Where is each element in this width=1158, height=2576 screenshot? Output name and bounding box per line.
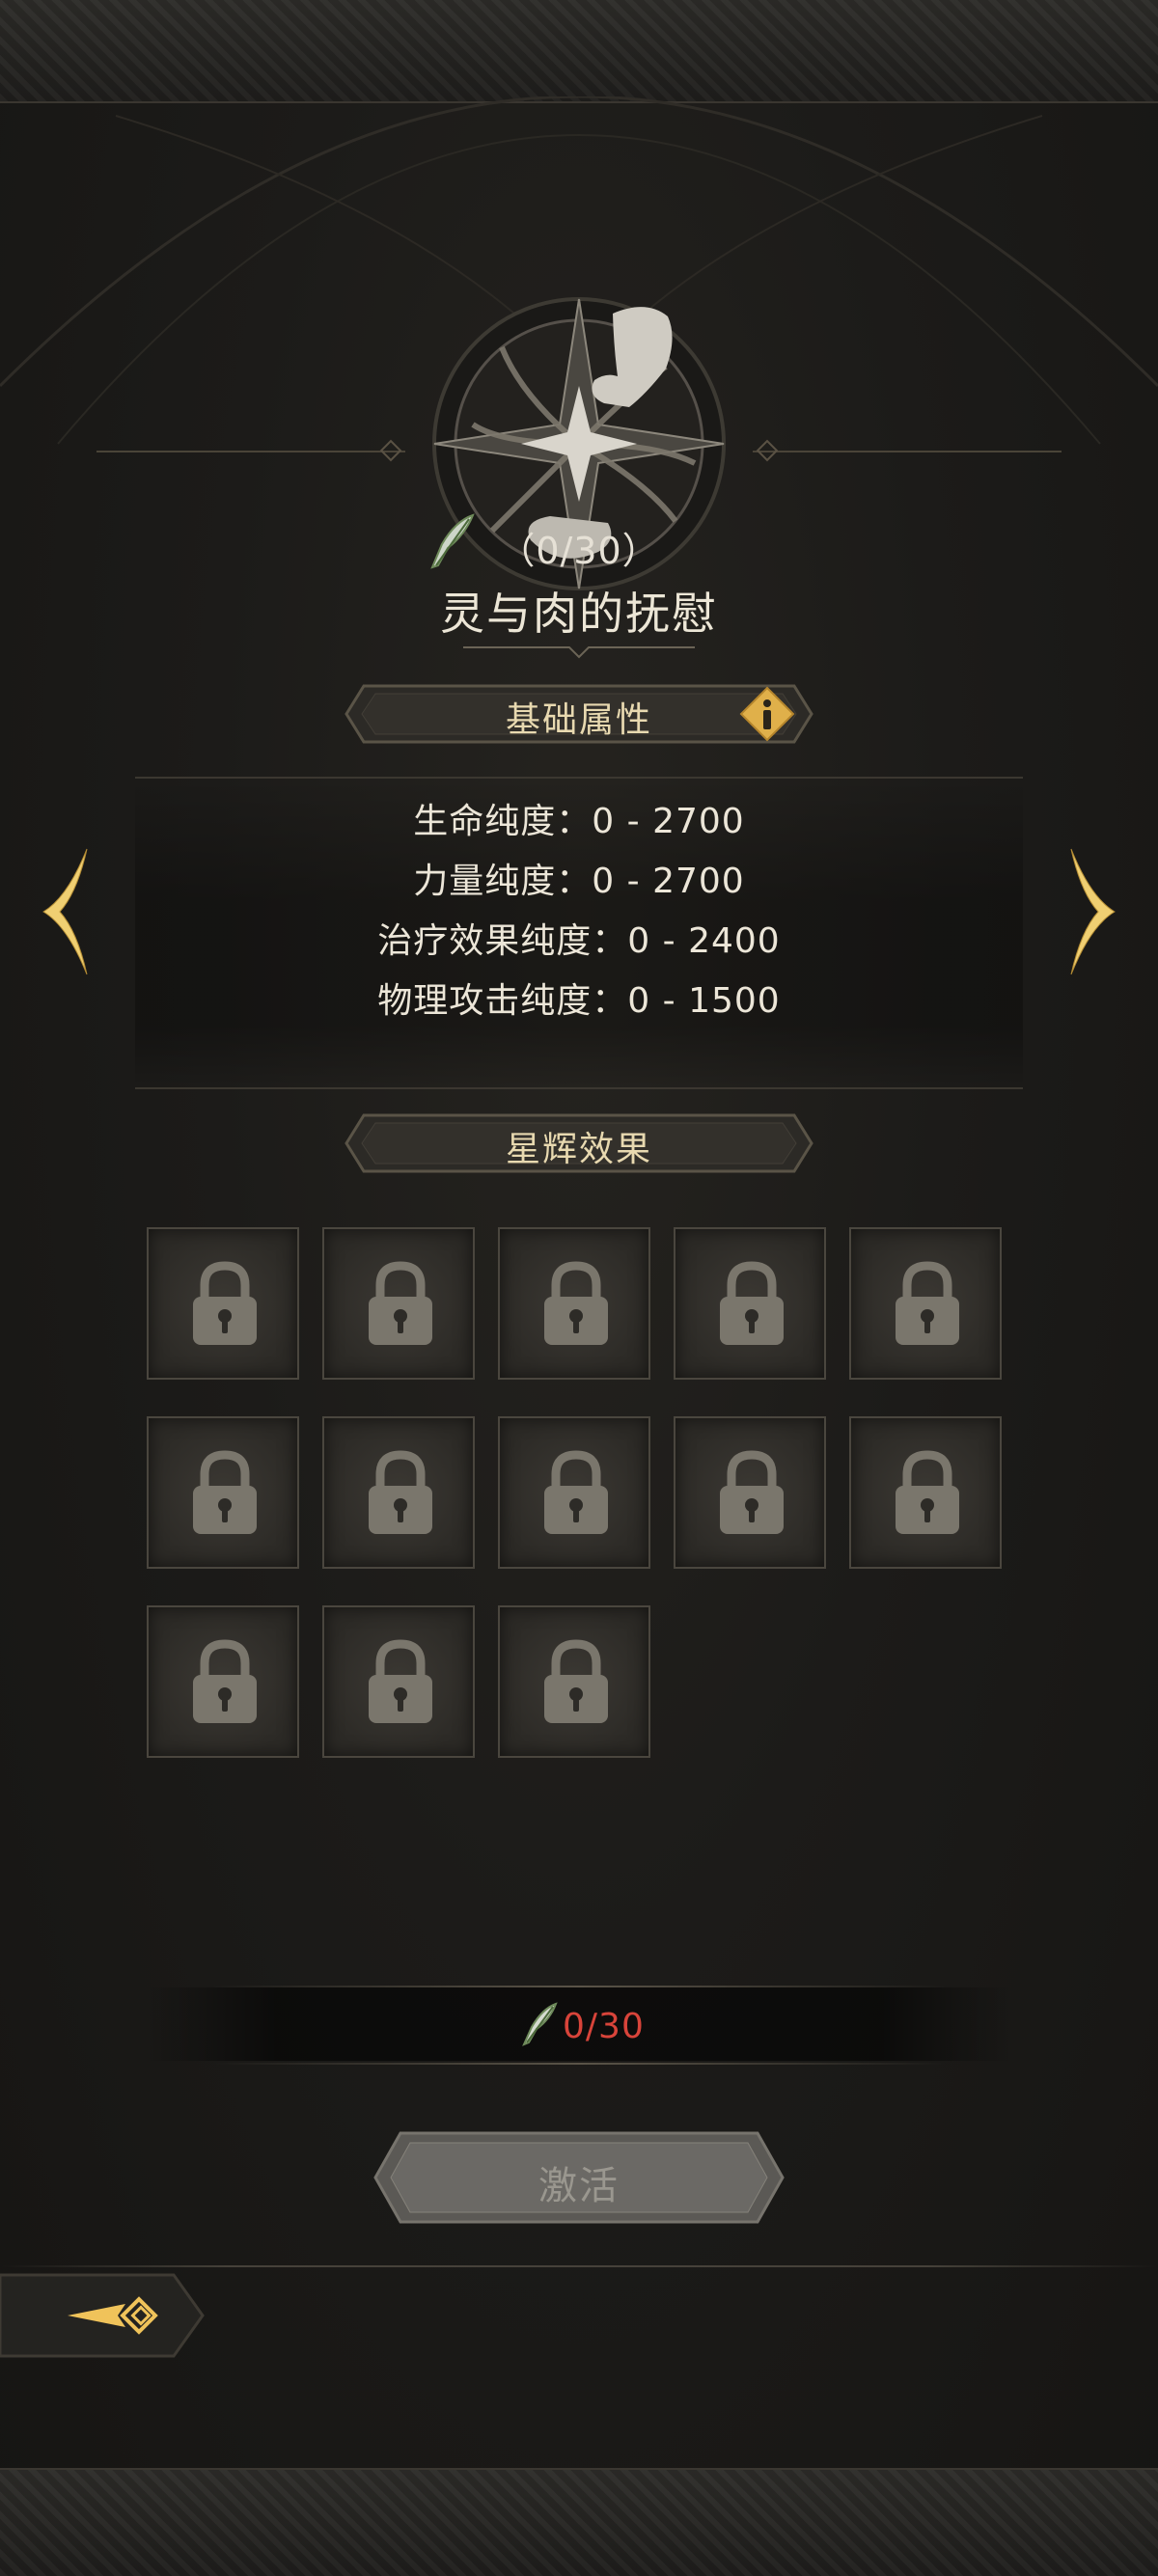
star-effect-slot[interactable] — [674, 1416, 826, 1569]
star-effect-slot[interactable] — [322, 1416, 475, 1569]
lock-icon — [896, 1450, 959, 1534]
attribute-row-healing: 治疗效果纯度：0 - 2400 — [377, 921, 781, 961]
title-underline — [463, 646, 695, 659]
star-effect-slot[interactable] — [498, 1416, 650, 1569]
activate-label: 激活 — [538, 2164, 620, 2208]
star-effect-slot[interactable] — [498, 1605, 650, 1758]
top-ornament-border — [0, 0, 1158, 103]
star-effect-slot[interactable] — [849, 1416, 1002, 1569]
feather-icon — [522, 2002, 558, 2046]
activate-button-label-wrap[interactable]: 激活 — [372, 2127, 786, 2228]
star-effect-slot[interactable] — [674, 1227, 826, 1380]
lock-icon — [193, 1639, 257, 1723]
lock-icon — [544, 1261, 608, 1345]
set-title: 灵与肉的抚慰 — [440, 588, 718, 640]
lock-icon — [896, 1261, 959, 1345]
attribute-row-hp: 生命纯度：0 - 2700 — [413, 802, 745, 841]
set-progress: （0/30） — [498, 530, 660, 572]
info-icon[interactable] — [738, 685, 796, 743]
star-effect-slot[interactable] — [498, 1227, 650, 1380]
cost-bar-top-line — [212, 1986, 946, 1987]
lock-icon — [369, 1639, 432, 1723]
chevron-left-icon[interactable] — [39, 844, 96, 979]
star-effect-slot[interactable] — [322, 1227, 475, 1380]
star-effect-slot[interactable] — [147, 1416, 299, 1569]
constellation-set-page: （0/30） 灵与肉的抚慰 基础属性 生命纯度：0 - 2700 力量纯度：0 … — [0, 0, 1158, 2576]
lock-icon — [544, 1639, 608, 1723]
star-effect-slot[interactable] — [147, 1605, 299, 1758]
bottom-ornament-border — [0, 2468, 1158, 2576]
lock-icon — [193, 1261, 257, 1345]
lock-icon — [369, 1450, 432, 1534]
attribute-row-physical-attack: 物理攻击纯度：0 - 1500 — [377, 981, 781, 1021]
lock-icon — [720, 1450, 784, 1534]
lock-icon — [369, 1261, 432, 1345]
star-effect-slot[interactable] — [849, 1227, 1002, 1380]
star-effect-slot[interactable] — [147, 1227, 299, 1380]
star-effects-label: 星辉效果 — [505, 1130, 652, 1169]
side-tab-button[interactable] — [0, 2267, 207, 2364]
star-effect-slot[interactable] — [322, 1605, 475, 1758]
cost-bar-bottom-line — [212, 2063, 946, 2065]
attribute-row-strength: 力量纯度：0 - 2700 — [413, 862, 745, 901]
lock-icon — [193, 1450, 257, 1534]
cost-count: 0/30 — [563, 2007, 645, 2046]
star-effects-header: 星辉效果 — [343, 1110, 815, 1177]
lock-icon — [544, 1450, 608, 1534]
lock-icon — [720, 1261, 784, 1345]
chevron-right-icon[interactable] — [1062, 844, 1119, 979]
